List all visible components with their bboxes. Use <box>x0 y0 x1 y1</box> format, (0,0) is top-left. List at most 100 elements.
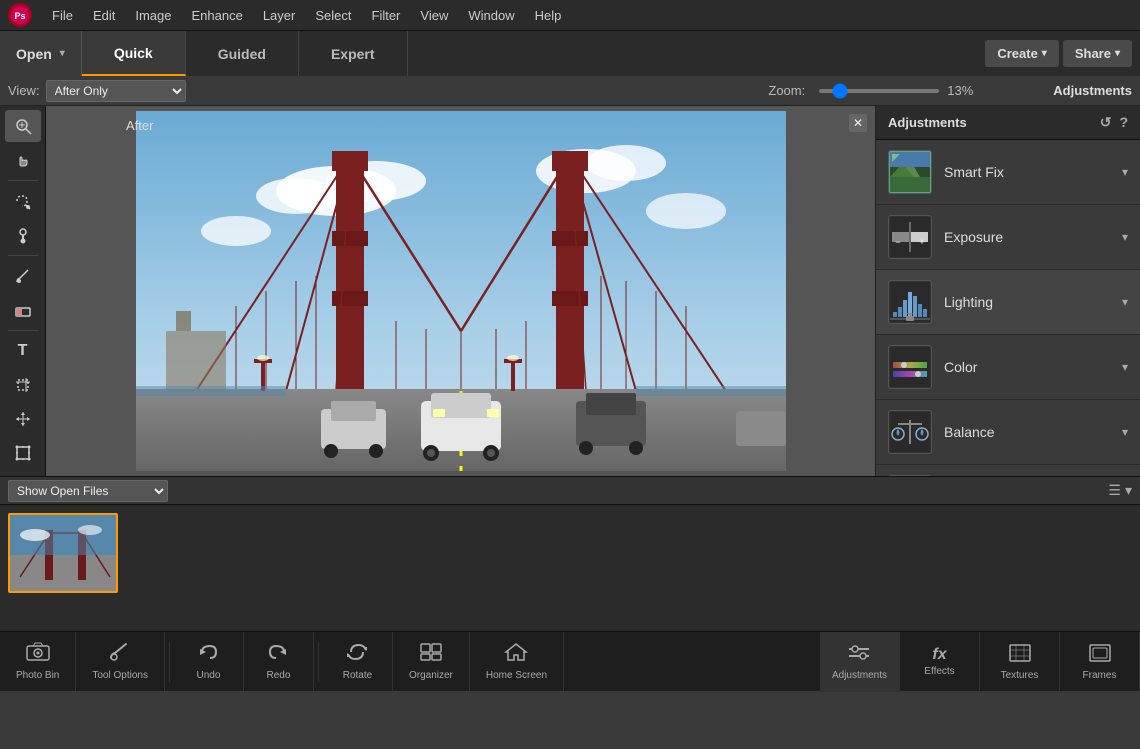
exposure-label: Exposure <box>944 229 1122 245</box>
adj-item-lighting[interactable]: Lighting ▾ <box>876 270 1140 335</box>
adj-item-balance[interactable]: Balance ▾ <box>876 400 1140 465</box>
file-browser-content <box>0 505 1140 631</box>
zoom-slider[interactable] <box>819 89 939 93</box>
photo-bin-icon <box>26 642 50 668</box>
after-label: After <box>126 118 153 133</box>
panel-header-icons: ↺ ? <box>1100 114 1128 131</box>
move-tool[interactable] <box>5 403 41 435</box>
bottom-effects-label: Effects <box>924 666 954 677</box>
menu-image[interactable]: Image <box>127 5 179 26</box>
bottom-tab-frames[interactable]: Frames <box>1060 632 1140 692</box>
lighting-label: Lighting <box>944 294 1122 310</box>
tool-options-label: Tool Options <box>92 670 148 681</box>
color-label: Color <box>944 359 1122 375</box>
zoom-label: Zoom: <box>768 83 805 98</box>
bottom-tab-adjustments[interactable]: Adjustments <box>820 632 900 692</box>
menu-enhance[interactable]: Enhance <box>184 5 251 26</box>
home-screen-icon <box>504 642 528 668</box>
smart-fix-icon <box>888 150 932 194</box>
bottom-tab-textures[interactable]: Textures <box>980 632 1060 692</box>
view-dropdown[interactable]: After Only Before Only Before & After Ho… <box>46 80 186 102</box>
balance-arrow: ▾ <box>1122 425 1128 439</box>
status-home-screen[interactable]: Home Screen <box>470 632 564 691</box>
zoom-section: Zoom: 13% <box>768 83 973 98</box>
balance-label: Balance <box>944 424 1122 440</box>
fb-expand-icon[interactable]: ▾ <box>1125 482 1132 499</box>
undo-label: Undo <box>197 670 221 681</box>
left-toolbar: T <box>0 106 46 476</box>
bottom-textures-icon <box>1008 643 1032 668</box>
open-button[interactable]: Open ▾ <box>0 31 82 76</box>
text-tool[interactable]: T <box>5 335 41 367</box>
tab-quick[interactable]: Quick <box>82 31 186 76</box>
status-undo[interactable]: Undo <box>174 632 244 691</box>
sharpen-icon <box>888 475 932 476</box>
home-screen-label: Home Screen <box>486 670 547 681</box>
adj-item-exposure[interactable]: − + Exposure ▾ <box>876 205 1140 270</box>
balance-icon <box>888 410 932 454</box>
menu-layer[interactable]: Layer <box>255 5 304 26</box>
canvas-area: After ✕ <box>46 106 875 476</box>
tab-expert[interactable]: Expert <box>299 31 408 76</box>
menu-filter[interactable]: Filter <box>364 5 409 26</box>
bottom-frames-icon <box>1088 643 1112 668</box>
organizer-label: Organizer <box>409 670 453 681</box>
rotate-label: Rotate <box>343 670 372 681</box>
file-browser-header: Show Open Files All Files Recent Files ☰… <box>0 477 1140 505</box>
menu-file[interactable]: File <box>44 5 81 26</box>
show-open-files-dropdown[interactable]: Show Open Files All Files Recent Files <box>8 480 168 502</box>
panel-header: Adjustments ↺ ? <box>876 106 1140 140</box>
brush-tool[interactable] <box>5 260 41 292</box>
quick-select-tool[interactable] <box>5 185 41 217</box>
smart-fix-label: Smart Fix <box>944 164 1122 180</box>
panel-title: Adjustments <box>888 115 967 130</box>
adj-item-smart-fix[interactable]: Smart Fix ▾ <box>876 140 1140 205</box>
crop-tool[interactable] <box>5 369 41 401</box>
lighting-icon <box>888 280 932 324</box>
exposure-arrow: ▾ <box>1122 230 1128 244</box>
fb-list-icon[interactable]: ☰ <box>1108 482 1121 499</box>
main-area: T <box>0 106 1140 476</box>
eraser-tool[interactable] <box>5 294 41 326</box>
statusbar: Photo Bin Tool Options Undo Redo <box>0 631 1140 691</box>
tool-separator-2 <box>8 255 38 256</box>
undo-icon <box>196 642 220 668</box>
app-logo: Ps <box>8 3 32 27</box>
panel-help-icon[interactable]: ? <box>1119 114 1128 131</box>
bottom-tab-effects[interactable]: fx Effects <box>900 632 980 692</box>
adj-item-color[interactable]: Color ▾ <box>876 335 1140 400</box>
status-tool-options[interactable]: Tool Options <box>76 632 165 691</box>
menu-help[interactable]: Help <box>527 5 570 26</box>
file-browser: Show Open Files All Files Recent Files ☰… <box>0 476 1140 631</box>
zoom-tool[interactable] <box>5 110 41 142</box>
adjustments-panel-title: Adjustments <box>1053 83 1132 98</box>
status-photo-bin[interactable]: Photo Bin <box>0 632 76 691</box>
adj-item-sharpen[interactable]: Sharpen ▾ <box>876 465 1140 476</box>
color-arrow: ▾ <box>1122 360 1128 374</box>
thumbnail-item[interactable] <box>8 513 118 593</box>
exposure-icon: − + <box>888 215 932 259</box>
status-redo[interactable]: Redo <box>244 632 314 691</box>
rotate-icon <box>345 642 369 668</box>
menu-edit[interactable]: Edit <box>85 5 123 26</box>
hand-tool[interactable] <box>5 144 41 176</box>
menu-window[interactable]: Window <box>460 5 522 26</box>
status-organizer[interactable]: Organizer <box>393 632 470 691</box>
thumbnail-image <box>10 515 116 591</box>
menu-select[interactable]: Select <box>307 5 359 26</box>
status-rotate[interactable]: Rotate <box>323 632 393 691</box>
create-button[interactable]: Create ▾ <box>985 40 1059 67</box>
close-canvas-button[interactable]: ✕ <box>849 114 867 132</box>
tab-guided[interactable]: Guided <box>186 31 299 76</box>
svg-text:−: − <box>895 237 900 247</box>
eyedropper-tool[interactable] <box>5 219 41 251</box>
panel-refresh-icon[interactable]: ↺ <box>1100 114 1112 131</box>
view-label: View: <box>8 83 40 98</box>
share-button[interactable]: Share ▾ <box>1063 40 1132 67</box>
transform-tool[interactable] <box>5 437 41 469</box>
color-adj-icon <box>888 345 932 389</box>
menu-bar: Ps File Edit Image Enhance Layer Select … <box>0 0 1140 30</box>
bottom-adjustments-label: Adjustments <box>832 670 887 681</box>
top-toolbar: Open ▾ Quick Guided Expert Create ▾ Shar… <box>0 30 1140 76</box>
menu-view[interactable]: View <box>412 5 456 26</box>
